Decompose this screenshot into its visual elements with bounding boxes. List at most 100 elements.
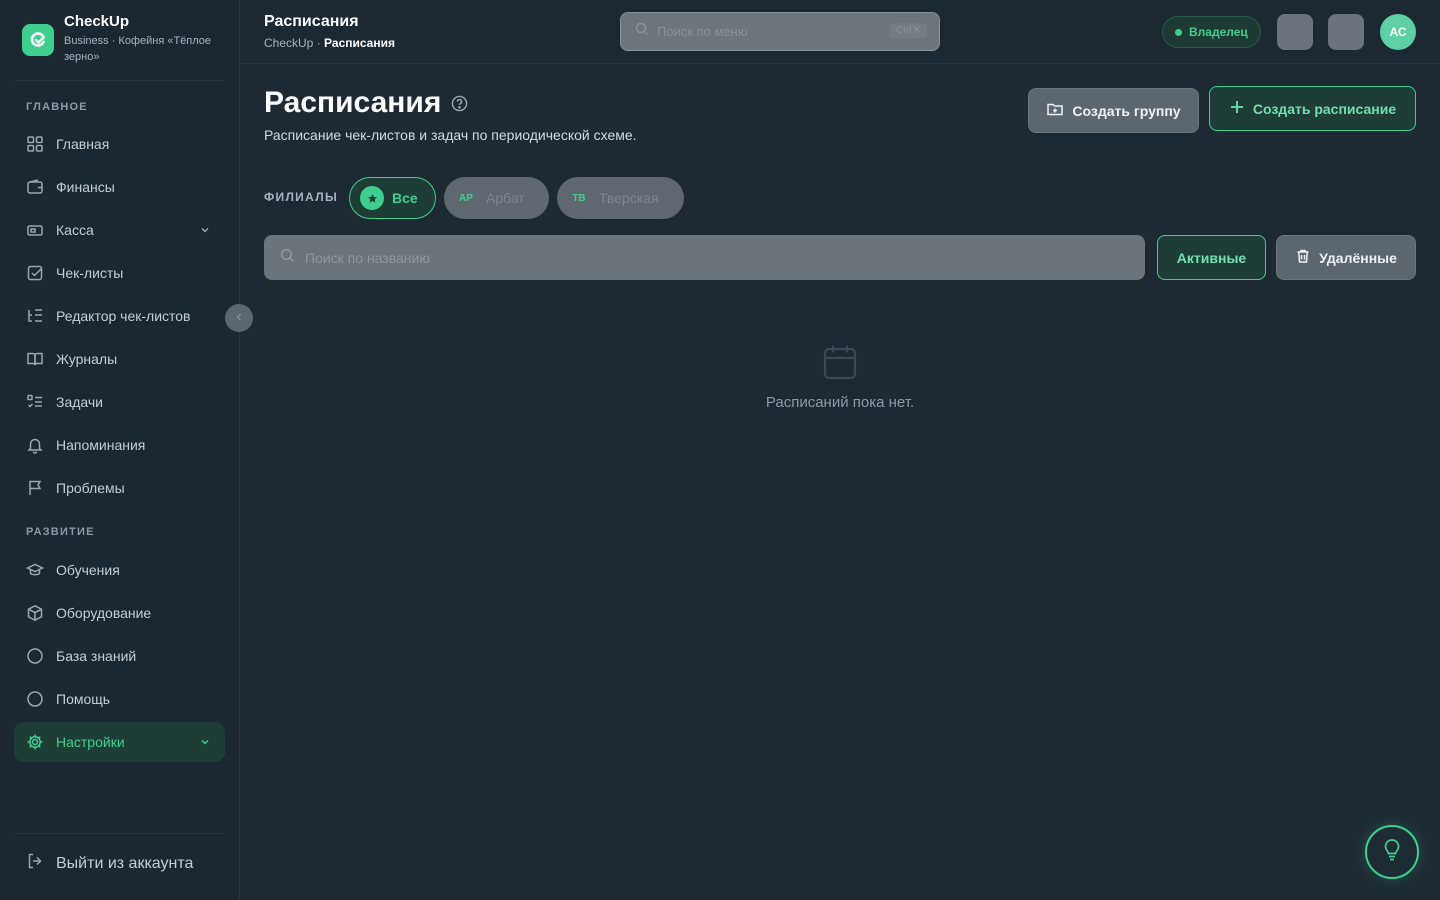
cash-register-icon [26, 221, 44, 239]
dashboard-icon [26, 135, 44, 153]
calendar-icon [823, 345, 857, 380]
tab-deleted-label: Удалённые [1319, 249, 1397, 266]
sidebar-item-finance[interactable]: Финансы [14, 167, 225, 207]
branch-chip-all[interactable]: Все [349, 177, 436, 219]
help-icon[interactable] [451, 86, 468, 120]
wallet-icon [26, 178, 44, 196]
shortcut-hint: Ctrl K [890, 23, 927, 38]
sidebar-item-reminders[interactable]: Напоминания [14, 425, 225, 465]
breadcrumb-root[interactable]: CheckUp [264, 36, 313, 50]
graduation-cap-icon [26, 561, 44, 579]
sidebar-item-tasks[interactable]: Задачи [14, 382, 225, 422]
sidebar-item-home[interactable]: Главная [14, 124, 225, 164]
role-badge[interactable]: Владелец [1162, 16, 1261, 48]
tips-button[interactable] [1365, 825, 1419, 879]
role-label: Владелец [1189, 25, 1248, 39]
sidebar-item-help[interactable]: Помощь [14, 679, 225, 719]
create-schedule-button[interactable]: Создать расписание [1209, 86, 1416, 131]
sidebar-item-label: Задачи [56, 394, 104, 410]
book-icon [26, 350, 44, 368]
page-heading: Расписания [264, 86, 468, 120]
branches-filter-label: ФИЛИАЛЫ [264, 190, 338, 204]
folder-plus-icon [1046, 100, 1064, 121]
sidebar-item-label: Чек-листы [56, 265, 124, 281]
sidebar: CheckUp Business · Кофейня «Тёплое зерно… [0, 0, 240, 900]
sidebar-item-checklists[interactable]: Чек-листы [14, 253, 225, 293]
star-icon [360, 186, 384, 210]
sidebar-item-label: Журналы [56, 351, 118, 367]
sidebar-item-label: Проблемы [56, 480, 125, 496]
brand[interactable]: CheckUp Business · Кофейня «Тёплое зерно… [22, 12, 234, 65]
empty-state: Расписаний пока нет. [640, 344, 1040, 411]
branch-chip-tverskaya[interactable]: ТВ Тверская [557, 177, 684, 219]
breadcrumb-separator: · [316, 36, 325, 50]
sidebar-item-label: Главная [56, 136, 110, 152]
sidebar-item-label: Оборудование [56, 605, 152, 621]
status-dot-icon [1175, 28, 1182, 36]
search-icon [635, 22, 649, 41]
plus-icon [1229, 99, 1245, 118]
page-heading-text: Расписания [264, 86, 442, 119]
sidebar-collapse-button[interactable] [225, 304, 253, 332]
checkup-logo-icon [22, 24, 54, 56]
chevron-left-icon [234, 309, 244, 327]
logout-button[interactable]: Выйти из аккаунта [26, 852, 193, 875]
sidebar-item-label: Помощь [56, 691, 111, 707]
chevron-down-icon [199, 223, 211, 239]
avatar[interactable]: АС [1380, 14, 1416, 50]
tasks-icon [26, 393, 44, 411]
sidebar-item-label: Редактор чек-листов [56, 308, 191, 324]
menu-search[interactable]: Ctrl K [620, 12, 940, 51]
topbar: Расписания CheckUp · Расписания Ctrl K В… [240, 0, 1440, 64]
branch-chip-label: Все [392, 190, 418, 206]
logout-label: Выйти из аккаунта [56, 854, 194, 872]
sidebar-item-knowledge-base[interactable]: База знаний [14, 636, 225, 676]
create-group-label: Создать группу [1072, 102, 1181, 119]
branch-abbr: АР [459, 192, 473, 204]
sidebar-item-journals[interactable]: Журналы [14, 339, 225, 379]
empty-state-text: Расписаний пока нет. [765, 394, 915, 411]
checkbox-icon [26, 264, 44, 282]
trash-icon [1295, 248, 1311, 267]
divider [14, 833, 224, 834]
sidebar-item-label: Обучения [56, 562, 120, 578]
brand-subtitle: Business · Кофейня «Тёплое зерно» [64, 35, 212, 63]
create-group-button[interactable]: Создать группу [1028, 88, 1199, 133]
tab-active[interactable]: Активные [1157, 235, 1266, 280]
schedule-search-input[interactable] [305, 249, 1105, 266]
circle-icon [26, 647, 44, 665]
schedule-search[interactable] [264, 235, 1145, 280]
box-icon [26, 604, 44, 622]
branch-chip-arbat[interactable]: АР Арбат [444, 177, 549, 219]
create-schedule-label: Создать расписание [1252, 100, 1397, 117]
page-subtitle: Расписание чек-листов и задач по периоди… [264, 127, 637, 143]
sidebar-item-label: База знаний [56, 648, 137, 664]
sidebar-item-problems[interactable]: Проблемы [14, 468, 225, 508]
divider [14, 80, 224, 81]
bell-icon [26, 436, 44, 454]
sidebar-item-label: Напоминания [56, 437, 146, 453]
chevron-down-icon [199, 735, 211, 751]
menu-search-input[interactable] [657, 24, 877, 39]
sidebar-item-checklist-editor[interactable]: Редактор чек-листов [14, 296, 225, 336]
brand-name: CheckUp [64, 13, 130, 30]
tab-deleted[interactable]: Удалённые [1276, 235, 1416, 280]
notifications-button[interactable] [1277, 14, 1313, 50]
section-label-main: ГЛАВНОЕ [26, 101, 88, 113]
branch-abbr: ТВ [572, 192, 586, 204]
breadcrumb: CheckUp · Расписания [264, 36, 395, 50]
breadcrumb-current: Расписания [324, 36, 395, 50]
sidebar-item-label: Финансы [56, 179, 115, 195]
sidebar-item-cashbox[interactable]: Касса [14, 210, 225, 250]
gear-icon [26, 733, 44, 751]
circle-icon [26, 690, 44, 708]
lightbulb-icon [1382, 838, 1402, 866]
sidebar-item-training[interactable]: Обучения [14, 550, 225, 590]
sidebar-item-equipment[interactable]: Оборудование [14, 593, 225, 633]
sidebar-item-settings[interactable]: Настройки [14, 722, 225, 762]
logout-icon [26, 852, 44, 875]
list-tree-icon [26, 307, 44, 325]
sidebar-item-label: Касса [56, 222, 94, 238]
theme-toggle-button[interactable] [1328, 14, 1364, 50]
flag-icon [26, 479, 44, 497]
